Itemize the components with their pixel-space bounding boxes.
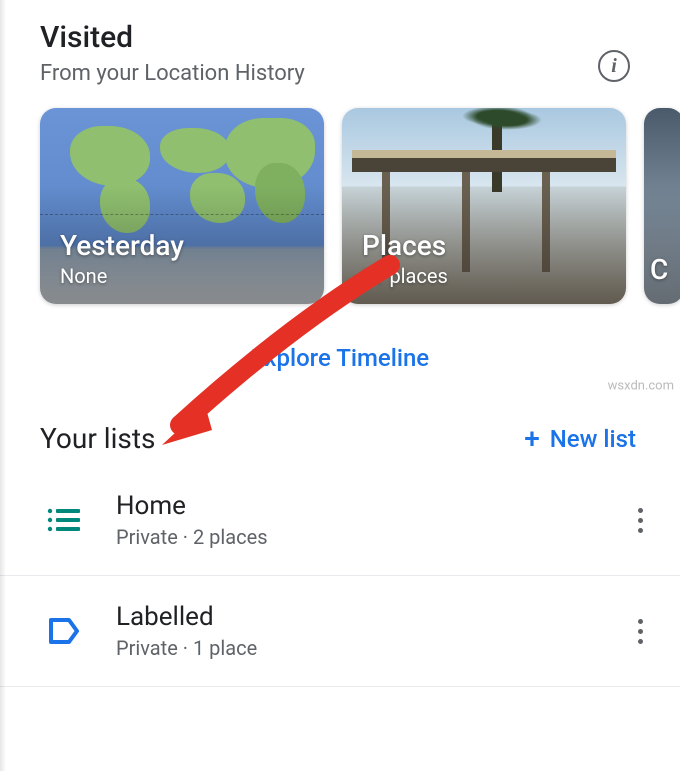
label-flag-icon	[40, 614, 88, 648]
explore-timeline-row: Explore Timeline	[0, 326, 680, 402]
saved-places-panel: Visited From your Location History i Yes…	[0, 0, 680, 771]
visited-cards-row[interactable]: Yesterday None Places 21 places C	[0, 86, 680, 326]
your-lists-title: Your lists	[40, 422, 155, 455]
card-partial[interactable]: C	[644, 108, 680, 304]
list-text: Home Private · 2 places	[116, 491, 628, 549]
explore-timeline-link[interactable]: Explore Timeline	[251, 344, 429, 372]
card-title: C	[650, 253, 668, 286]
list-name: Home	[116, 491, 628, 521]
card-label: Yesterday None	[60, 229, 184, 288]
new-list-label: New list	[550, 425, 636, 453]
info-icon[interactable]: i	[598, 50, 630, 82]
card-label: Places 21 places	[362, 229, 448, 288]
new-list-button[interactable]: + New list	[524, 425, 636, 453]
list-name: Labelled	[116, 602, 628, 632]
list-text: Labelled Private · 1 place	[116, 602, 628, 660]
plus-icon: +	[524, 425, 540, 453]
list-item-labelled[interactable]: Labelled Private · 1 place	[0, 576, 680, 687]
kebab-menu-icon[interactable]	[628, 502, 652, 539]
card-subtitle: None	[60, 264, 184, 288]
card-title: Yesterday	[60, 229, 184, 262]
card-places[interactable]: Places 21 places	[342, 108, 626, 304]
list-meta: Private · 2 places	[116, 525, 628, 549]
card-label: C	[650, 253, 668, 288]
list-meta: Private · 1 place	[116, 636, 628, 660]
visited-titles: Visited From your Location History	[40, 20, 598, 86]
visited-subtitle: From your Location History	[40, 61, 598, 86]
visited-header: Visited From your Location History i	[0, 20, 680, 86]
your-lists-header: Your lists + New list	[0, 402, 680, 465]
card-title: Places	[362, 229, 448, 262]
card-subtitle: 21 places	[362, 264, 448, 288]
card-yesterday[interactable]: Yesterday None	[40, 108, 324, 304]
list-item-home[interactable]: Home Private · 2 places	[0, 465, 680, 576]
watermark: wsxdn.com	[608, 378, 674, 393]
bulleted-list-icon	[40, 506, 88, 534]
visited-title: Visited	[40, 20, 598, 55]
kebab-menu-icon[interactable]	[628, 613, 652, 650]
